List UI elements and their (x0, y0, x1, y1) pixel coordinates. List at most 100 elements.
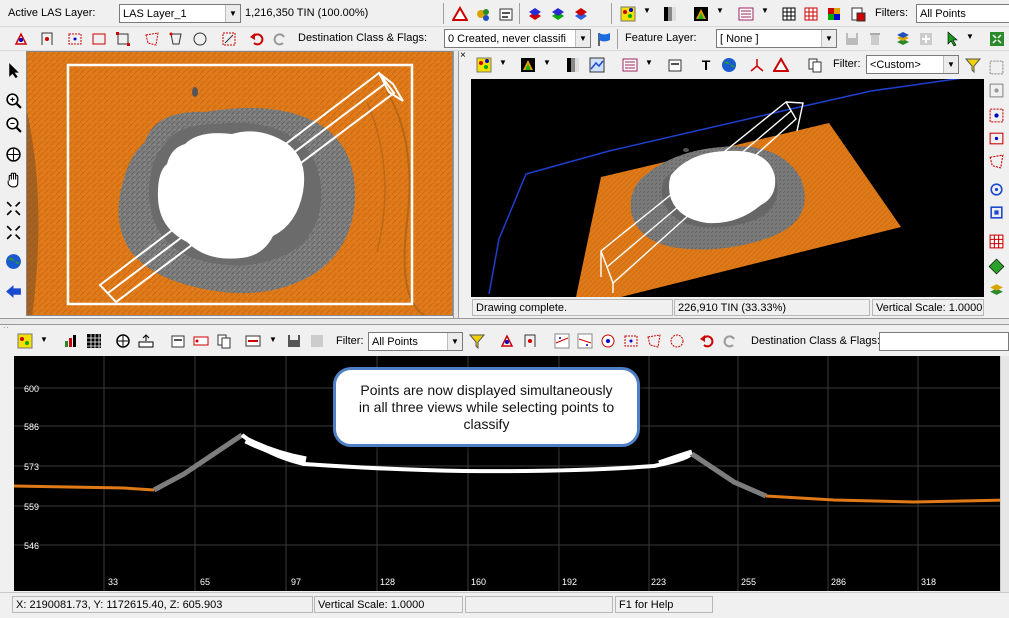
chevron-down-icon[interactable]: ▼ (543, 58, 551, 67)
diamond-icon[interactable] (985, 255, 1007, 277)
chevron-down-icon[interactable]: ▼ (269, 335, 277, 344)
view3d-filter-select[interactable]: <Custom> ▼ (866, 55, 959, 74)
select-tool-icon[interactable] (498, 332, 516, 350)
rect-outline-icon[interactable] (90, 30, 108, 48)
filters-select[interactable]: All Points (916, 4, 1009, 23)
axes-icon[interactable] (748, 56, 766, 74)
delete-icon[interactable] (866, 30, 884, 48)
point-color-icon[interactable] (16, 332, 34, 350)
layers-icon[interactable] (985, 277, 1007, 299)
brush-icon[interactable] (599, 332, 617, 350)
properties-icon[interactable] (666, 56, 684, 74)
properties-icon[interactable] (497, 5, 515, 23)
save-icon[interactable] (843, 30, 861, 48)
box-select-icon[interactable] (114, 30, 132, 48)
measure-icon[interactable] (137, 332, 155, 350)
clear-selection-icon[interactable] (220, 30, 238, 48)
line-style-icon[interactable] (244, 332, 262, 350)
grid-red-icon[interactable] (802, 5, 820, 23)
triangle-tool-icon[interactable] (772, 56, 790, 74)
grayscale-icon[interactable] (661, 5, 679, 23)
grid-snap-icon[interactable] (985, 56, 1007, 78)
zoom-extent-icon[interactable] (2, 197, 24, 219)
elevation-color-icon[interactable] (692, 5, 710, 23)
select-tool-icon[interactable] (12, 30, 30, 48)
pick-tool-icon[interactable] (521, 332, 539, 350)
grid-color-icon[interactable] (825, 5, 843, 23)
copy-icon[interactable] (215, 332, 233, 350)
poly-select-icon[interactable] (143, 30, 161, 48)
surface-icon[interactable] (588, 56, 606, 74)
elevation-color-icon[interactable] (519, 56, 537, 74)
horizontal-splitter[interactable] (0, 318, 1009, 325)
full-extent-icon[interactable] (988, 30, 1006, 48)
rotate-icon[interactable] (985, 178, 1007, 200)
rect-select-icon[interactable] (66, 30, 84, 48)
redo-icon[interactable] (721, 332, 739, 350)
chevron-down-icon[interactable]: ▼ (966, 32, 974, 41)
color-tool-icon[interactable] (474, 5, 492, 23)
text-tool-icon[interactable]: T (697, 56, 715, 74)
pointer-icon[interactable] (944, 30, 962, 48)
grid-icon[interactable] (85, 332, 103, 350)
circle-select-icon[interactable] (668, 332, 686, 350)
export-icon[interactable] (308, 332, 326, 350)
magnifier-icon[interactable] (114, 332, 132, 350)
destination-class-select[interactable]: 0 Created, never classifi ▼ (444, 29, 591, 48)
feature-layer-select[interactable]: [ None ] ▼ (716, 29, 837, 48)
chevron-down-icon[interactable]: ▼ (40, 335, 48, 344)
undo-icon[interactable] (248, 30, 266, 48)
classify-icon[interactable] (621, 56, 639, 74)
undo-icon[interactable] (698, 332, 716, 350)
back-arrow-icon[interactable] (2, 280, 24, 302)
layer-blue-icon[interactable] (572, 5, 590, 23)
rect-select-icon[interactable] (985, 127, 1007, 149)
hand-pan-icon[interactable] (2, 168, 24, 190)
map-3d-view[interactable] (471, 79, 984, 297)
poly-select-icon[interactable] (645, 332, 663, 350)
line-below-icon[interactable] (576, 332, 594, 350)
grayscale-icon[interactable] (564, 56, 582, 74)
point-color-icon[interactable] (619, 5, 637, 23)
layers-icon[interactable] (894, 30, 912, 48)
filter-funnel-icon[interactable] (964, 56, 982, 74)
line-above-icon[interactable] (553, 332, 571, 350)
magnifier-icon[interactable] (2, 143, 24, 165)
properties-icon[interactable] (169, 332, 187, 350)
layer-red-icon[interactable] (526, 5, 544, 23)
select-pts-icon[interactable] (985, 79, 1007, 101)
save-icon[interactable] (285, 332, 303, 350)
close-icon[interactable]: × (460, 51, 470, 61)
copy-icon[interactable] (806, 56, 824, 74)
pick-tool-icon[interactable] (38, 30, 56, 48)
grid-red-icon[interactable] (985, 230, 1007, 252)
zoom-out-icon[interactable] (2, 113, 24, 135)
view-splitter[interactable] (453, 51, 459, 321)
point-color-icon[interactable] (475, 56, 493, 74)
globe-icon[interactable] (720, 56, 738, 74)
triangle-tool-icon[interactable] (451, 5, 469, 23)
filter-funnel-icon[interactable] (468, 332, 486, 350)
chevron-down-icon[interactable]: ▼ (761, 6, 769, 15)
label-icon[interactable] (192, 332, 210, 350)
chevron-down-icon[interactable]: ▼ (716, 6, 724, 15)
circle-select-icon[interactable] (191, 30, 209, 48)
grid-icon[interactable] (780, 5, 798, 23)
zoom-window-icon[interactable] (985, 201, 1007, 223)
add-feature-icon[interactable] (917, 30, 935, 48)
map-2d-view[interactable] (26, 51, 453, 316)
poly-select-icon[interactable] (985, 150, 1007, 172)
attributes-icon[interactable] (849, 5, 867, 23)
redo-icon[interactable] (271, 30, 289, 48)
profile-destination-select[interactable] (879, 332, 1009, 351)
vertical-scrollbar[interactable] (1000, 356, 1009, 601)
globe-icon[interactable] (2, 250, 24, 272)
layer-green-icon[interactable] (549, 5, 567, 23)
zoom-full-icon[interactable] (2, 221, 24, 243)
rect-select-icon[interactable] (622, 332, 640, 350)
chevron-down-icon[interactable]: ▼ (645, 58, 653, 67)
chevron-down-icon[interactable]: ▼ (643, 6, 651, 15)
zoom-in-icon[interactable] (2, 89, 24, 111)
flag-icon[interactable] (595, 30, 613, 48)
active-las-select[interactable]: LAS Layer_1 ▼ (119, 4, 241, 23)
